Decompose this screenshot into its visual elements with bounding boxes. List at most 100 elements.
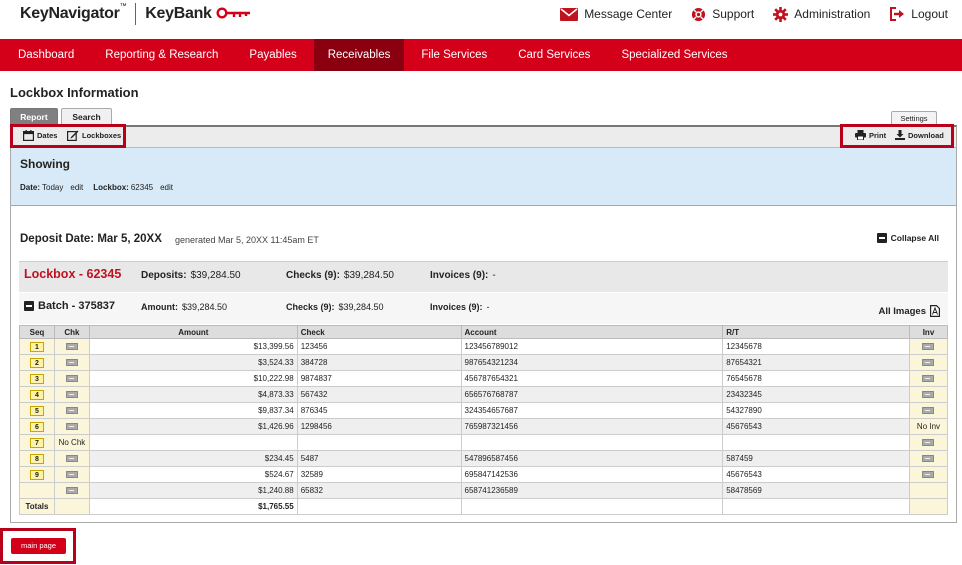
table-header-row: Seq Chk Amount Check Account R/T Inv	[19, 325, 949, 339]
invoice-image-icon[interactable]	[922, 407, 935, 415]
check-image-icon[interactable]	[65, 471, 78, 479]
seq-button[interactable]: 2	[29, 357, 44, 368]
items-table: Seq Chk Amount Check Account R/T Inv 1 $1…	[19, 325, 949, 515]
column-header-inv[interactable]: Inv	[908, 325, 949, 339]
table-row: 8 $234.45 5487 547896587456 587459	[19, 450, 949, 467]
invoice-image-icon[interactable]	[922, 391, 935, 399]
seq-button[interactable]: 6	[29, 421, 44, 432]
edit-lockbox-link[interactable]: edit	[160, 183, 173, 192]
batch-title: Batch - 375837	[38, 300, 116, 312]
all-images-button[interactable]: All Images	[878, 305, 940, 317]
column-header-rt[interactable]: R/T	[722, 325, 910, 339]
check-image-icon[interactable]	[65, 391, 78, 399]
lockbox-checks: Checks (9): $39,284.50	[286, 270, 394, 281]
seq-button[interactable]: 4	[29, 389, 44, 400]
administration-link[interactable]: Administration	[773, 6, 871, 22]
logout-link[interactable]: Logout	[889, 7, 948, 21]
amount-cell: $9,837.34	[88, 402, 298, 419]
invoice-image-icon[interactable]	[922, 471, 935, 479]
routing-cell: 12345678	[722, 338, 910, 355]
seq-button[interactable]: 8	[29, 453, 44, 464]
batch-toggle[interactable]: Batch - 375837	[24, 300, 115, 312]
nav-file-services[interactable]: File Services	[407, 39, 501, 71]
tab-report[interactable]: Report	[10, 108, 58, 125]
invoice-image-icon[interactable]	[922, 375, 935, 383]
envelope-icon	[560, 7, 579, 21]
check-image-icon[interactable]	[65, 487, 78, 495]
administration-label: Administration	[794, 7, 871, 21]
check-number-cell: 32589	[296, 466, 462, 483]
support-label: Support	[712, 7, 755, 21]
routing-cell: 23432345	[722, 386, 910, 403]
seq-button[interactable]: 1	[29, 341, 44, 352]
lockbox-invoices: Invoices (9): -	[430, 270, 496, 281]
routing-cell	[722, 434, 910, 451]
column-header-account[interactable]: Account	[460, 325, 724, 339]
table-row: 5 $9,837.34 876345 324354657687 54327890	[19, 402, 949, 419]
routing-cell: 58478569	[722, 482, 910, 499]
showing-section: Showing Date: Today edit Lockbox: 62345 …	[11, 148, 956, 206]
nav-dashboard[interactable]: Dashboard	[4, 39, 88, 71]
message-center-link[interactable]: Message Center	[560, 7, 672, 21]
table-row: 4 $4,873.33 567432 656576768787 23432345	[19, 386, 949, 403]
account-cell: 765987321456	[460, 418, 724, 435]
amount-cell: $13,399.56	[88, 338, 298, 355]
seq-button[interactable]: 5	[29, 405, 44, 416]
lifebuoy-icon	[691, 7, 706, 22]
nav-payables[interactable]: Payables	[235, 39, 310, 71]
check-image-icon[interactable]	[65, 375, 78, 383]
column-header-chk[interactable]: Chk	[53, 325, 90, 339]
routing-cell: 45676543	[722, 466, 910, 483]
message-center-label: Message Center	[584, 7, 673, 21]
totals-row: Totals $1,765.55	[19, 498, 949, 515]
check-number-cell: 1298456	[296, 418, 462, 435]
collapse-all-button[interactable]: Collapse All	[876, 233, 939, 243]
nav-receivables[interactable]: Receivables	[313, 39, 405, 71]
routing-cell: 87654321	[722, 354, 910, 371]
totals-amount: $1,765.55	[88, 498, 298, 515]
lockbox-title-link[interactable]: Lockbox - 62345	[24, 267, 121, 281]
main-page-button[interactable]: main page	[11, 538, 66, 554]
all-images-label: All Images	[878, 305, 926, 317]
brand-logo[interactable]: KeyNavigator™ KeyBank	[20, 3, 252, 25]
check-image-icon[interactable]	[65, 455, 78, 463]
check-number-cell: 876345	[296, 402, 462, 419]
check-number-cell: 5487	[296, 450, 462, 467]
table-row: 1 $13,399.56 123456 123456789012 12345678	[19, 338, 949, 355]
account-cell: 456787654321	[460, 370, 724, 387]
nav-card-services[interactable]: Card Services	[504, 39, 604, 71]
seq-button[interactable]: 7	[29, 437, 44, 448]
table-row: 2 $3,524.33 384728 987654321234 87654321	[19, 354, 949, 371]
invoice-image-icon[interactable]	[922, 343, 935, 351]
column-header-seq[interactable]: Seq	[19, 325, 55, 339]
check-number-cell: 9874837	[296, 370, 462, 387]
seq-button[interactable]: 9	[29, 469, 44, 480]
main-nav: Dashboard Reporting & Research Payables …	[0, 39, 962, 71]
column-header-amount[interactable]: Amount	[88, 325, 298, 339]
table-row: 9 $524.67 32589 695847142536 45676543	[19, 466, 949, 483]
check-image-icon[interactable]	[65, 407, 78, 415]
page-title: Lockbox Information	[10, 85, 139, 100]
nav-reporting-research[interactable]: Reporting & Research	[91, 39, 232, 71]
check-image-icon[interactable]	[65, 343, 78, 351]
seq-button[interactable]: 3	[29, 373, 44, 384]
support-link[interactable]: Support	[691, 7, 754, 22]
invoice-image-icon[interactable]	[922, 439, 935, 447]
check-number-cell: 123456	[296, 338, 462, 355]
edit-date-link[interactable]: edit	[70, 183, 83, 192]
check-image-icon[interactable]	[65, 423, 78, 431]
collapse-icon	[24, 301, 34, 311]
highlight-box-dates-lockboxes	[10, 124, 126, 148]
logout-icon	[889, 7, 905, 21]
generated-timestamp: generated Mar 5, 20XX 11:45am ET	[175, 235, 319, 245]
nav-specialized-services[interactable]: Specialized Services	[607, 39, 741, 71]
check-image-icon[interactable]	[65, 359, 78, 367]
routing-cell: 587459	[722, 450, 910, 467]
column-header-check[interactable]: Check	[296, 325, 462, 339]
batch-summary: Batch - 375837 Amount: $39,284.50 Checks …	[19, 293, 948, 324]
invoice-image-icon[interactable]	[922, 359, 935, 367]
tab-search[interactable]: Search	[61, 108, 112, 125]
date-filter-value: Today	[42, 183, 64, 192]
top-links: Message Center Support Administration Lo…	[541, 5, 948, 23]
invoice-image-icon[interactable]	[922, 455, 935, 463]
